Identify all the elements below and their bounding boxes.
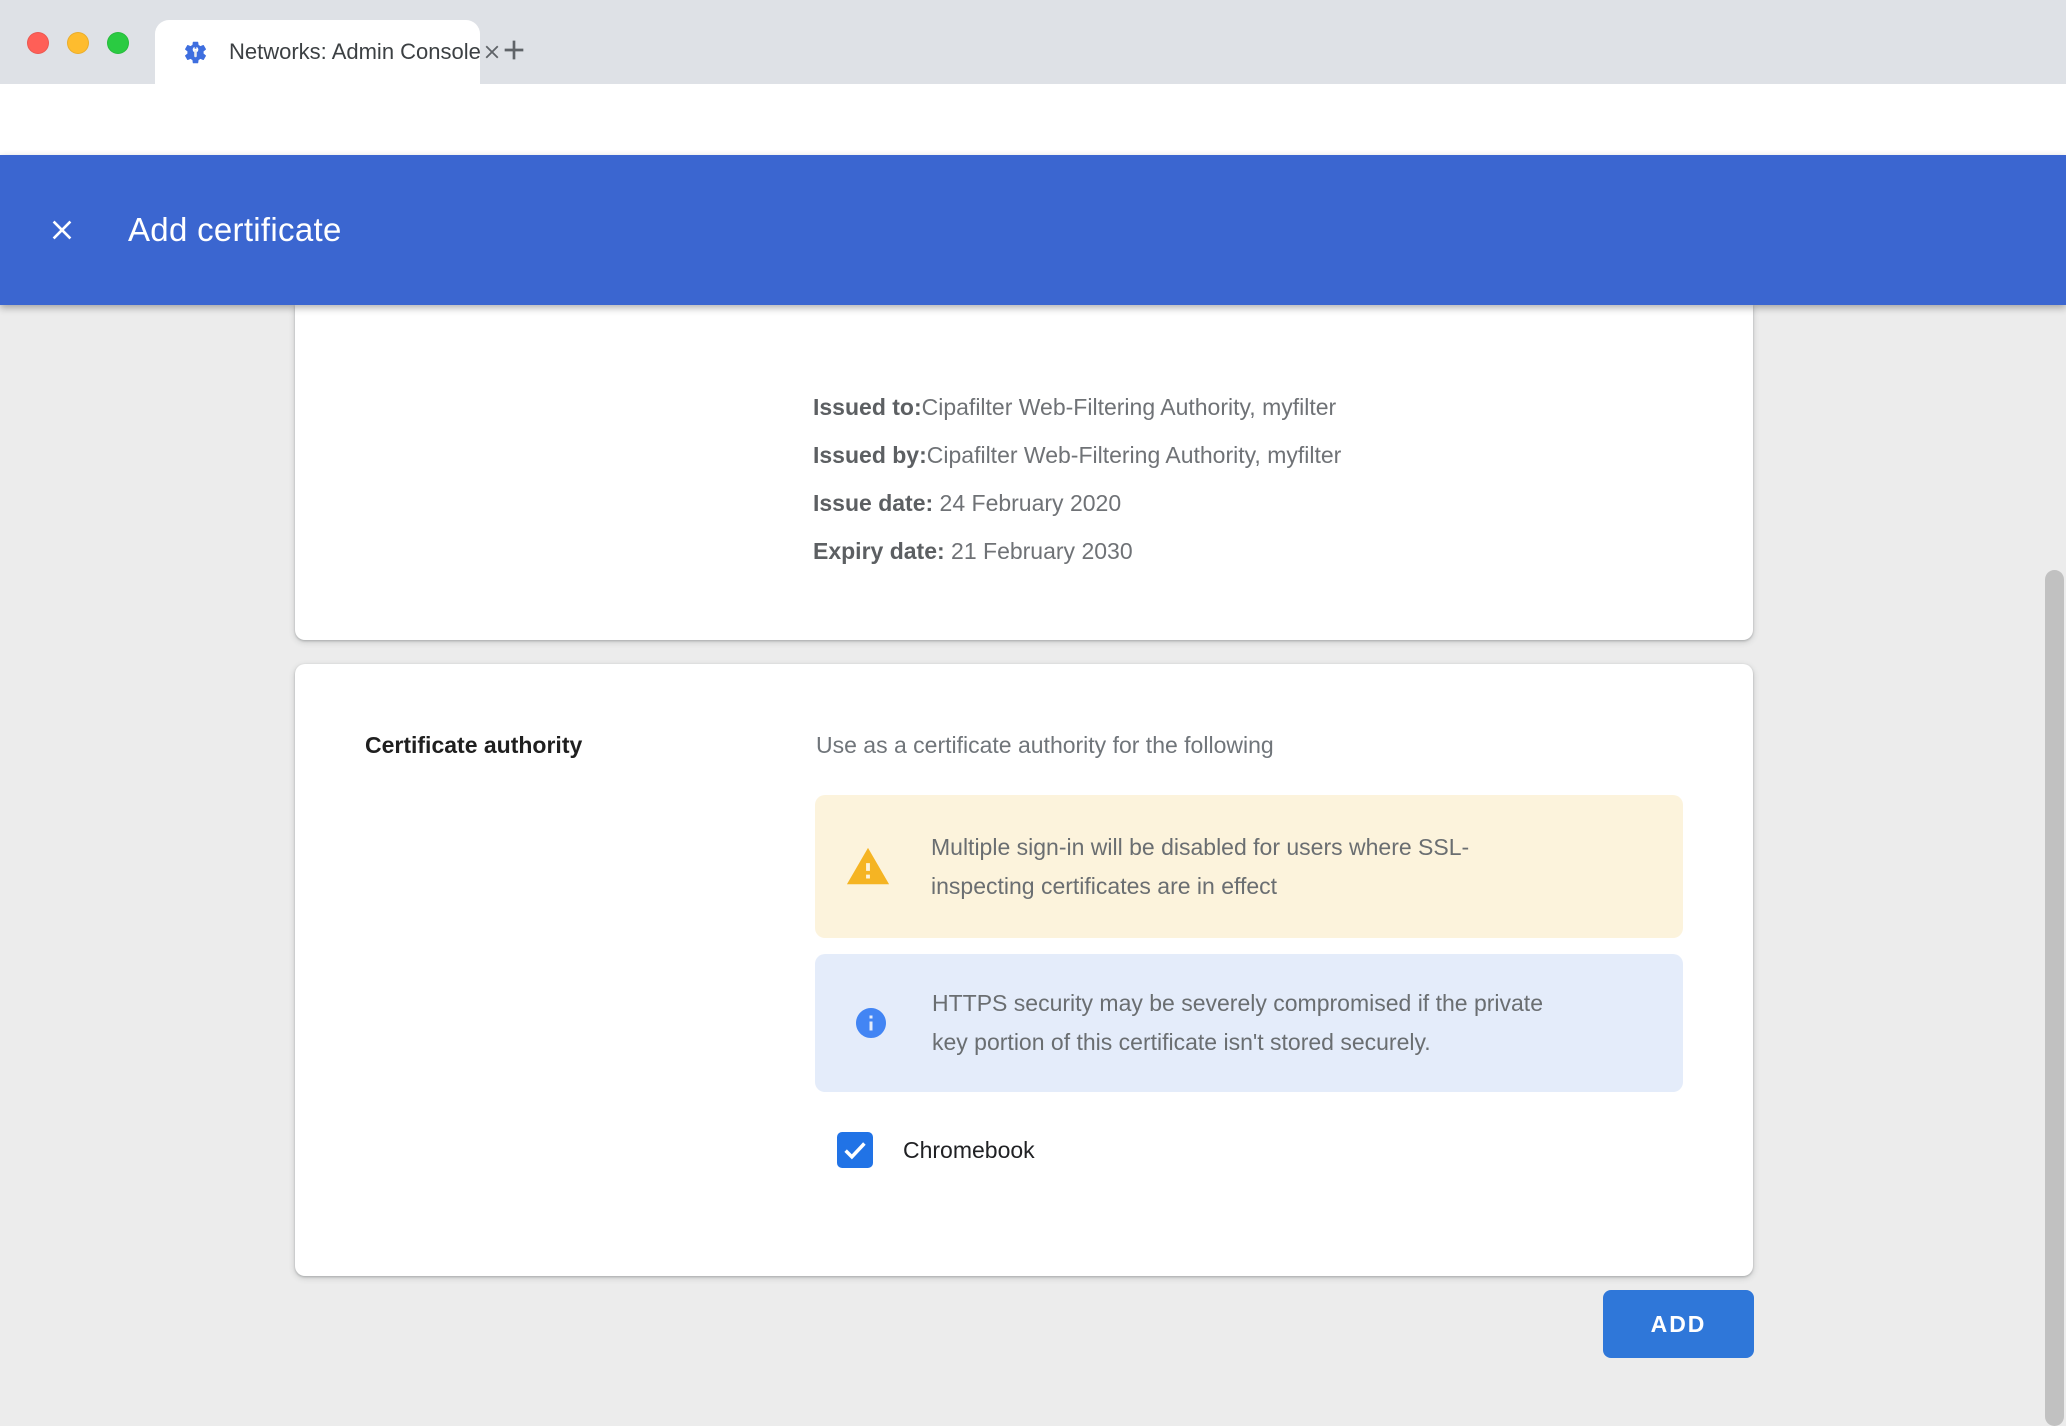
macos-close-button[interactable] (27, 32, 49, 54)
page-title: Add certificate (128, 211, 342, 249)
info-icon (853, 1005, 889, 1041)
tab-strip: Networks: Admin Console (0, 0, 2066, 84)
info-banner: HTTPS security may be severely compromis… (815, 954, 1683, 1092)
info-text: HTTPS security may be severely compromis… (932, 984, 1557, 1062)
scrollbar-thumb[interactable] (2045, 570, 2064, 1426)
admin-gear-icon (182, 39, 209, 66)
cert-row-value: 24 February 2020 (933, 490, 1121, 516)
cert-issued-by-row: Issued by:Cipafilter Web-Filtering Autho… (813, 431, 1753, 479)
section-heading: Certificate authority (365, 732, 582, 759)
cert-row-value: Cipafilter Web-Filtering Authority, myfi… (927, 442, 1342, 468)
chromebook-checkbox[interactable] (837, 1132, 873, 1168)
cert-row-label: Issued by: (813, 442, 927, 468)
cert-row-value: Cipafilter Web-Filtering Authority, myfi… (922, 394, 1337, 420)
chromebook-checkbox-row: Chromebook (837, 1132, 1035, 1168)
content-area: Issued to:Cipafilter Web-Filtering Autho… (0, 305, 2066, 1426)
cert-issued-to-row: Issued to:Cipafilter Web-Filtering Autho… (813, 383, 1753, 431)
cert-row-value: 21 February 2030 (945, 538, 1133, 564)
certificate-authority-card: Certificate authority Use as a certifica… (295, 664, 1753, 1276)
new-tab-button[interactable] (494, 30, 534, 70)
warning-text: Multiple sign-in will be disabled for us… (931, 828, 1556, 906)
checkbox-label: Chromebook (903, 1137, 1035, 1164)
cert-row-label: Issued to: (813, 394, 922, 420)
cert-issue-date-row: Issue date: 24 February 2020 (813, 479, 1753, 527)
tab-title: Networks: Admin Console (229, 39, 481, 65)
macos-zoom-button[interactable] (107, 32, 129, 54)
certificate-details-card: Issued to:Cipafilter Web-Filtering Autho… (295, 305, 1753, 640)
browser-toolbar: admin.google.com/ac/networks (0, 84, 2066, 155)
browser-tab[interactable]: Networks: Admin Console (155, 20, 480, 84)
macos-minimize-button[interactable] (67, 32, 89, 54)
add-certificate-header: Add certificate (0, 155, 2066, 305)
close-icon (46, 214, 78, 246)
cert-row-label: Expiry date: (813, 538, 945, 564)
close-dialog-button[interactable] (38, 206, 86, 254)
add-button[interactable]: ADD (1603, 1290, 1754, 1358)
checkmark-icon (840, 1135, 870, 1165)
cert-expiry-date-row: Expiry date: 21 February 2030 (813, 527, 1753, 575)
cert-row-label: Issue date: (813, 490, 933, 516)
warning-icon (845, 844, 891, 890)
section-description: Use as a certificate authority for the f… (816, 732, 1274, 759)
warning-banner: Multiple sign-in will be disabled for us… (815, 795, 1683, 938)
